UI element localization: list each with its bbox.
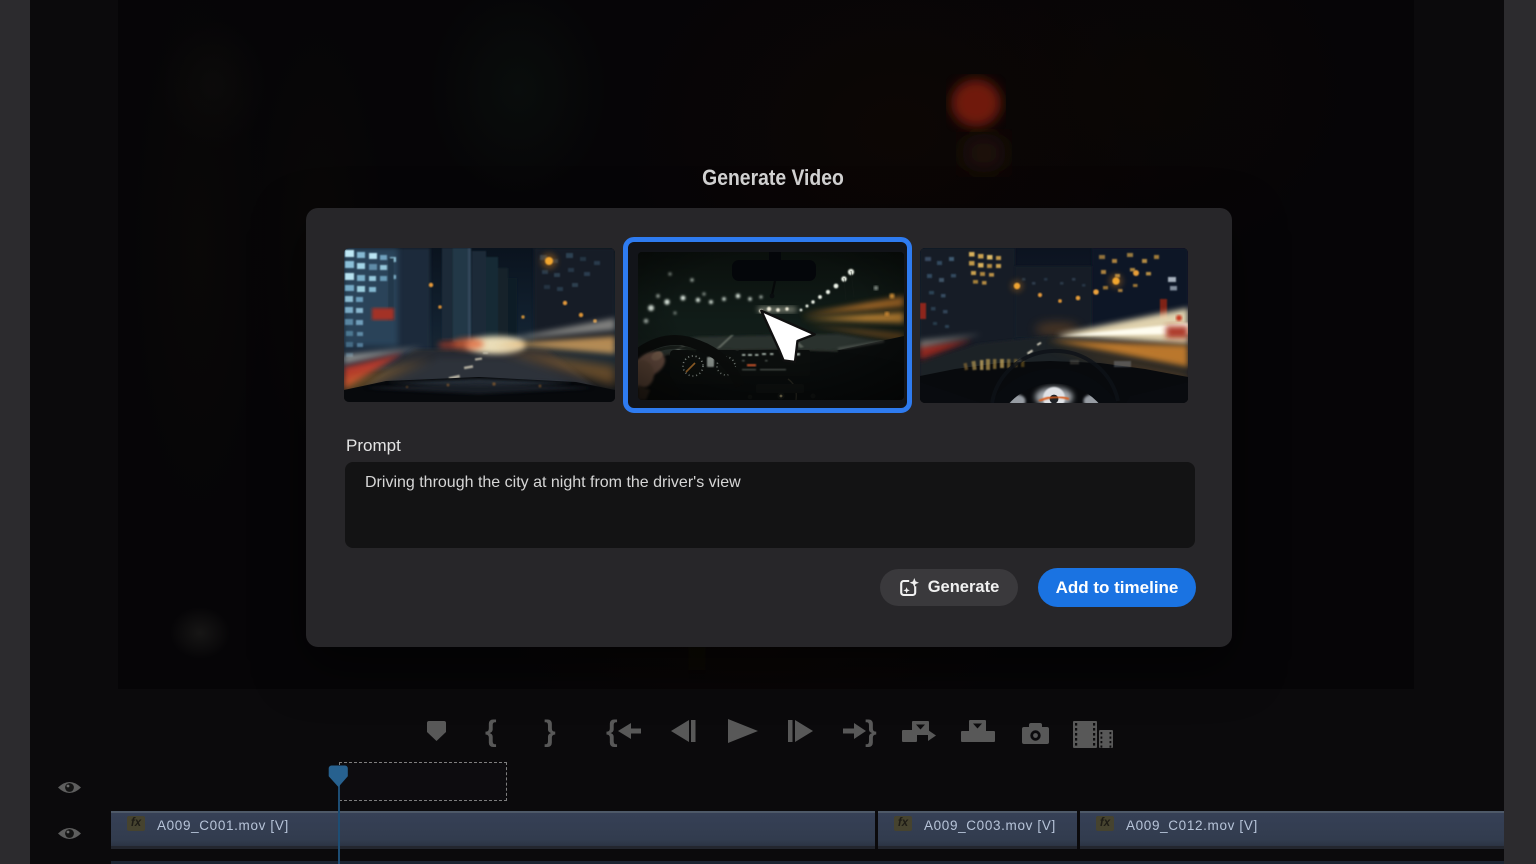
svg-text:{: { xyxy=(606,715,618,748)
svg-text:}: } xyxy=(544,715,556,748)
svg-text:}: } xyxy=(865,715,877,748)
svg-text:{: { xyxy=(485,715,497,748)
